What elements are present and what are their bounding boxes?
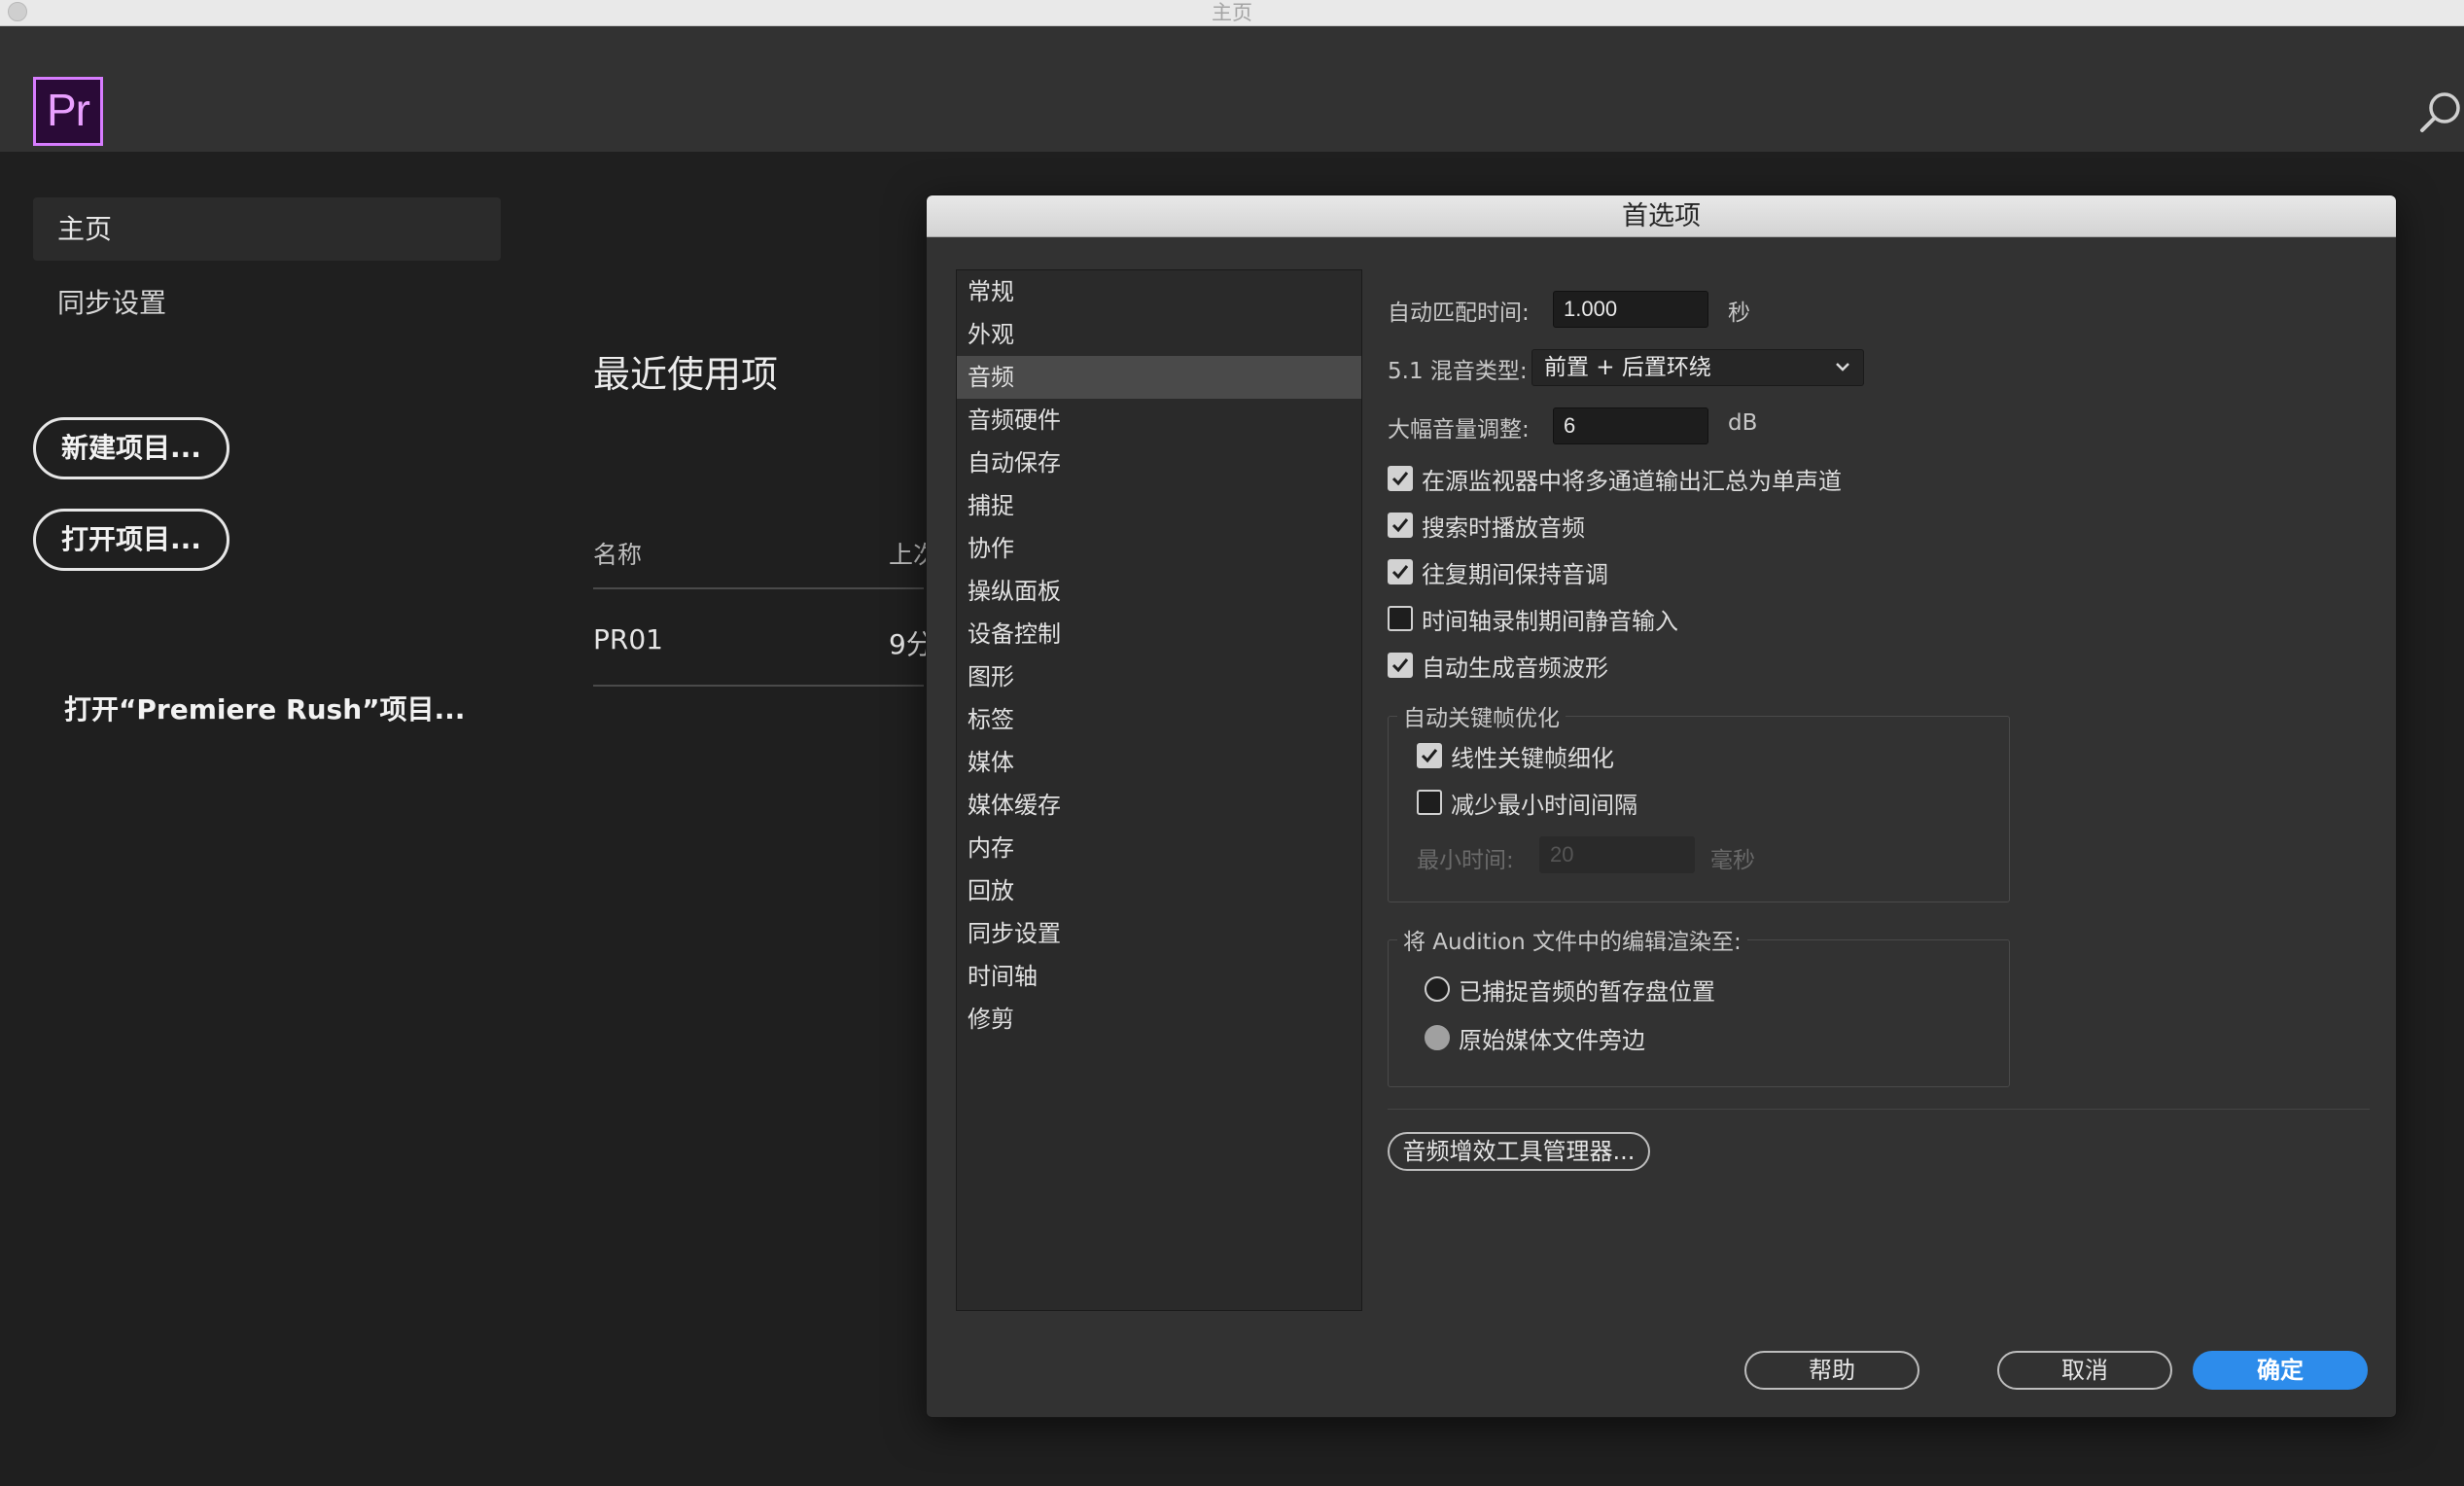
window-title: 主页: [1212, 1, 1252, 24]
checkbox-label: 减少最小时间间隔: [1451, 791, 1637, 819]
open-project-button[interactable]: 打开项目...: [33, 509, 229, 571]
checkbox[interactable]: [1388, 466, 1413, 491]
premiere-logo: Pr: [33, 77, 103, 146]
sidebar-item-sync-settings[interactable]: 同步设置: [57, 282, 166, 321]
checkmark-icon: [1391, 472, 1409, 486]
radio-button[interactable]: [1425, 1025, 1450, 1050]
checkbox-linear-keyframe[interactable]: 线性关键帧细化: [1417, 740, 1614, 772]
large-volume-unit: dB: [1728, 410, 1758, 436]
min-time-label: 最小时间:: [1417, 848, 1514, 873]
checkbox-mute-input[interactable]: 时间轴录制期间静音输入: [1388, 603, 1678, 635]
category-trim[interactable]: 修剪: [957, 998, 1361, 1041]
checkbox-mono-downmix[interactable]: 在源监视器中将多通道输出汇总为单声道: [1388, 463, 1842, 495]
auto-match-label: 自动匹配时间:: [1388, 301, 1530, 326]
min-time-unit: 毫秒: [1710, 848, 1755, 873]
checkmark-icon: [1391, 518, 1409, 533]
category-collaboration[interactable]: 协作: [957, 527, 1361, 570]
radio-label: 已捕捉音频的暂存盘位置: [1459, 977, 1715, 1006]
min-time-input[interactable]: 20: [1539, 836, 1695, 873]
category-timeline[interactable]: 时间轴: [957, 955, 1361, 998]
checkmark-icon: [1391, 565, 1409, 580]
checkbox-label: 在源监视器中将多通道输出汇总为单声道: [1422, 467, 1842, 495]
audition-render-group: [1388, 939, 2010, 1087]
recent-row-name[interactable]: PR01: [593, 623, 663, 655]
column-header-name[interactable]: 名称: [593, 536, 642, 571]
checkbox-maintain-pitch[interactable]: 往复期间保持音调: [1388, 556, 1608, 588]
category-media-cache[interactable]: 媒体缓存: [957, 784, 1361, 827]
new-project-button[interactable]: 新建项目...: [33, 417, 229, 479]
divider: [593, 587, 924, 589]
chevron-down-icon: [1836, 363, 1849, 372]
auto-match-input[interactable]: 1.000: [1553, 291, 1708, 328]
checkmark-icon: [1391, 658, 1409, 673]
category-capture[interactable]: 捕捉: [957, 484, 1361, 527]
checkbox-label: 线性关键帧细化: [1451, 744, 1614, 772]
mix-type-select[interactable]: 前置 + 后置环绕: [1531, 349, 1864, 386]
category-media[interactable]: 媒体: [957, 741, 1361, 784]
category-labels[interactable]: 标签: [957, 698, 1361, 741]
checkbox-scrub-audio[interactable]: 搜索时播放音频: [1388, 510, 1585, 542]
category-device-control[interactable]: 设备控制: [957, 613, 1361, 655]
large-volume-input[interactable]: 6: [1553, 407, 1708, 444]
checkbox-reduce-interval[interactable]: 减少最小时间间隔: [1417, 787, 1637, 819]
divider: [593, 685, 924, 687]
category-playback[interactable]: 回放: [957, 869, 1361, 912]
cancel-button[interactable]: 取消: [1997, 1351, 2172, 1390]
category-appearance[interactable]: 外观: [957, 313, 1361, 356]
sidebar-item-home[interactable]: 主页: [33, 197, 501, 261]
category-audio[interactable]: 音频: [957, 356, 1361, 399]
group-title: 将 Audition 文件中的编辑渲染至:: [1397, 923, 1747, 956]
window-titlebar: 主页: [0, 0, 2464, 26]
app-header: Pr: [0, 26, 2464, 152]
radio-next-to-original[interactable]: 原始媒体文件旁边: [1425, 1022, 1645, 1054]
large-volume-label: 大幅音量调整:: [1388, 417, 1530, 442]
checkbox-label: 搜索时播放音频: [1422, 513, 1585, 542]
checkbox[interactable]: [1388, 559, 1413, 584]
category-general[interactable]: 常规: [957, 270, 1361, 313]
group-title: 自动关键帧优化: [1397, 699, 1566, 732]
checkmark-icon: [1421, 749, 1438, 763]
help-button[interactable]: 帮助: [1744, 1351, 1919, 1390]
search-icon[interactable]: [2417, 90, 2462, 135]
category-autosave[interactable]: 自动保存: [957, 442, 1361, 484]
radio-scratch-disk[interactable]: 已捕捉音频的暂存盘位置: [1425, 973, 1715, 1006]
checkbox[interactable]: [1417, 743, 1442, 768]
radio-label: 原始媒体文件旁边: [1459, 1026, 1645, 1054]
mix-type-label: 5.1 混音类型:: [1388, 359, 1528, 384]
checkbox-auto-waveforms[interactable]: 自动生成音频波形: [1388, 650, 1608, 682]
checkbox-label: 时间轴录制期间静音输入: [1422, 607, 1678, 635]
checkbox-label: 自动生成音频波形: [1422, 654, 1608, 682]
divider: [1388, 1109, 2370, 1110]
category-list[interactable]: 常规 外观 音频 音频硬件 自动保存 捕捉 协作 操纵面板 设备控制 图形 标签…: [956, 269, 1362, 1311]
recent-title: 最近使用项: [593, 353, 779, 396]
checkbox[interactable]: [1388, 653, 1413, 678]
checkbox[interactable]: [1388, 606, 1413, 631]
ok-button[interactable]: 确定: [2193, 1351, 2368, 1390]
category-graphics[interactable]: 图形: [957, 655, 1361, 698]
category-control-surface[interactable]: 操纵面板: [957, 570, 1361, 613]
category-audio-hardware[interactable]: 音频硬件: [957, 399, 1361, 442]
checkbox-label: 往复期间保持音调: [1422, 560, 1608, 588]
open-rush-project-link[interactable]: 打开“Premiere Rush”项目...: [64, 689, 465, 727]
preferences-dialog: 首选项 常规 外观 音频 音频硬件 自动保存 捕捉 协作 操纵面板 设备控制 图…: [926, 195, 2397, 1418]
dialog-titlebar[interactable]: 首选项: [927, 195, 2396, 237]
category-memory[interactable]: 内存: [957, 827, 1361, 869]
audio-plugin-manager-button[interactable]: 音频增效工具管理器...: [1388, 1132, 1650, 1171]
checkbox[interactable]: [1388, 513, 1413, 538]
category-sync-settings[interactable]: 同步设置: [957, 912, 1361, 955]
radio-button[interactable]: [1425, 976, 1450, 1002]
mix-type-value: 前置 + 后置环绕: [1544, 355, 1711, 380]
checkbox[interactable]: [1417, 790, 1442, 815]
auto-match-unit: 秒: [1728, 301, 1750, 326]
dialog-title: 首选项: [1622, 201, 1701, 231]
